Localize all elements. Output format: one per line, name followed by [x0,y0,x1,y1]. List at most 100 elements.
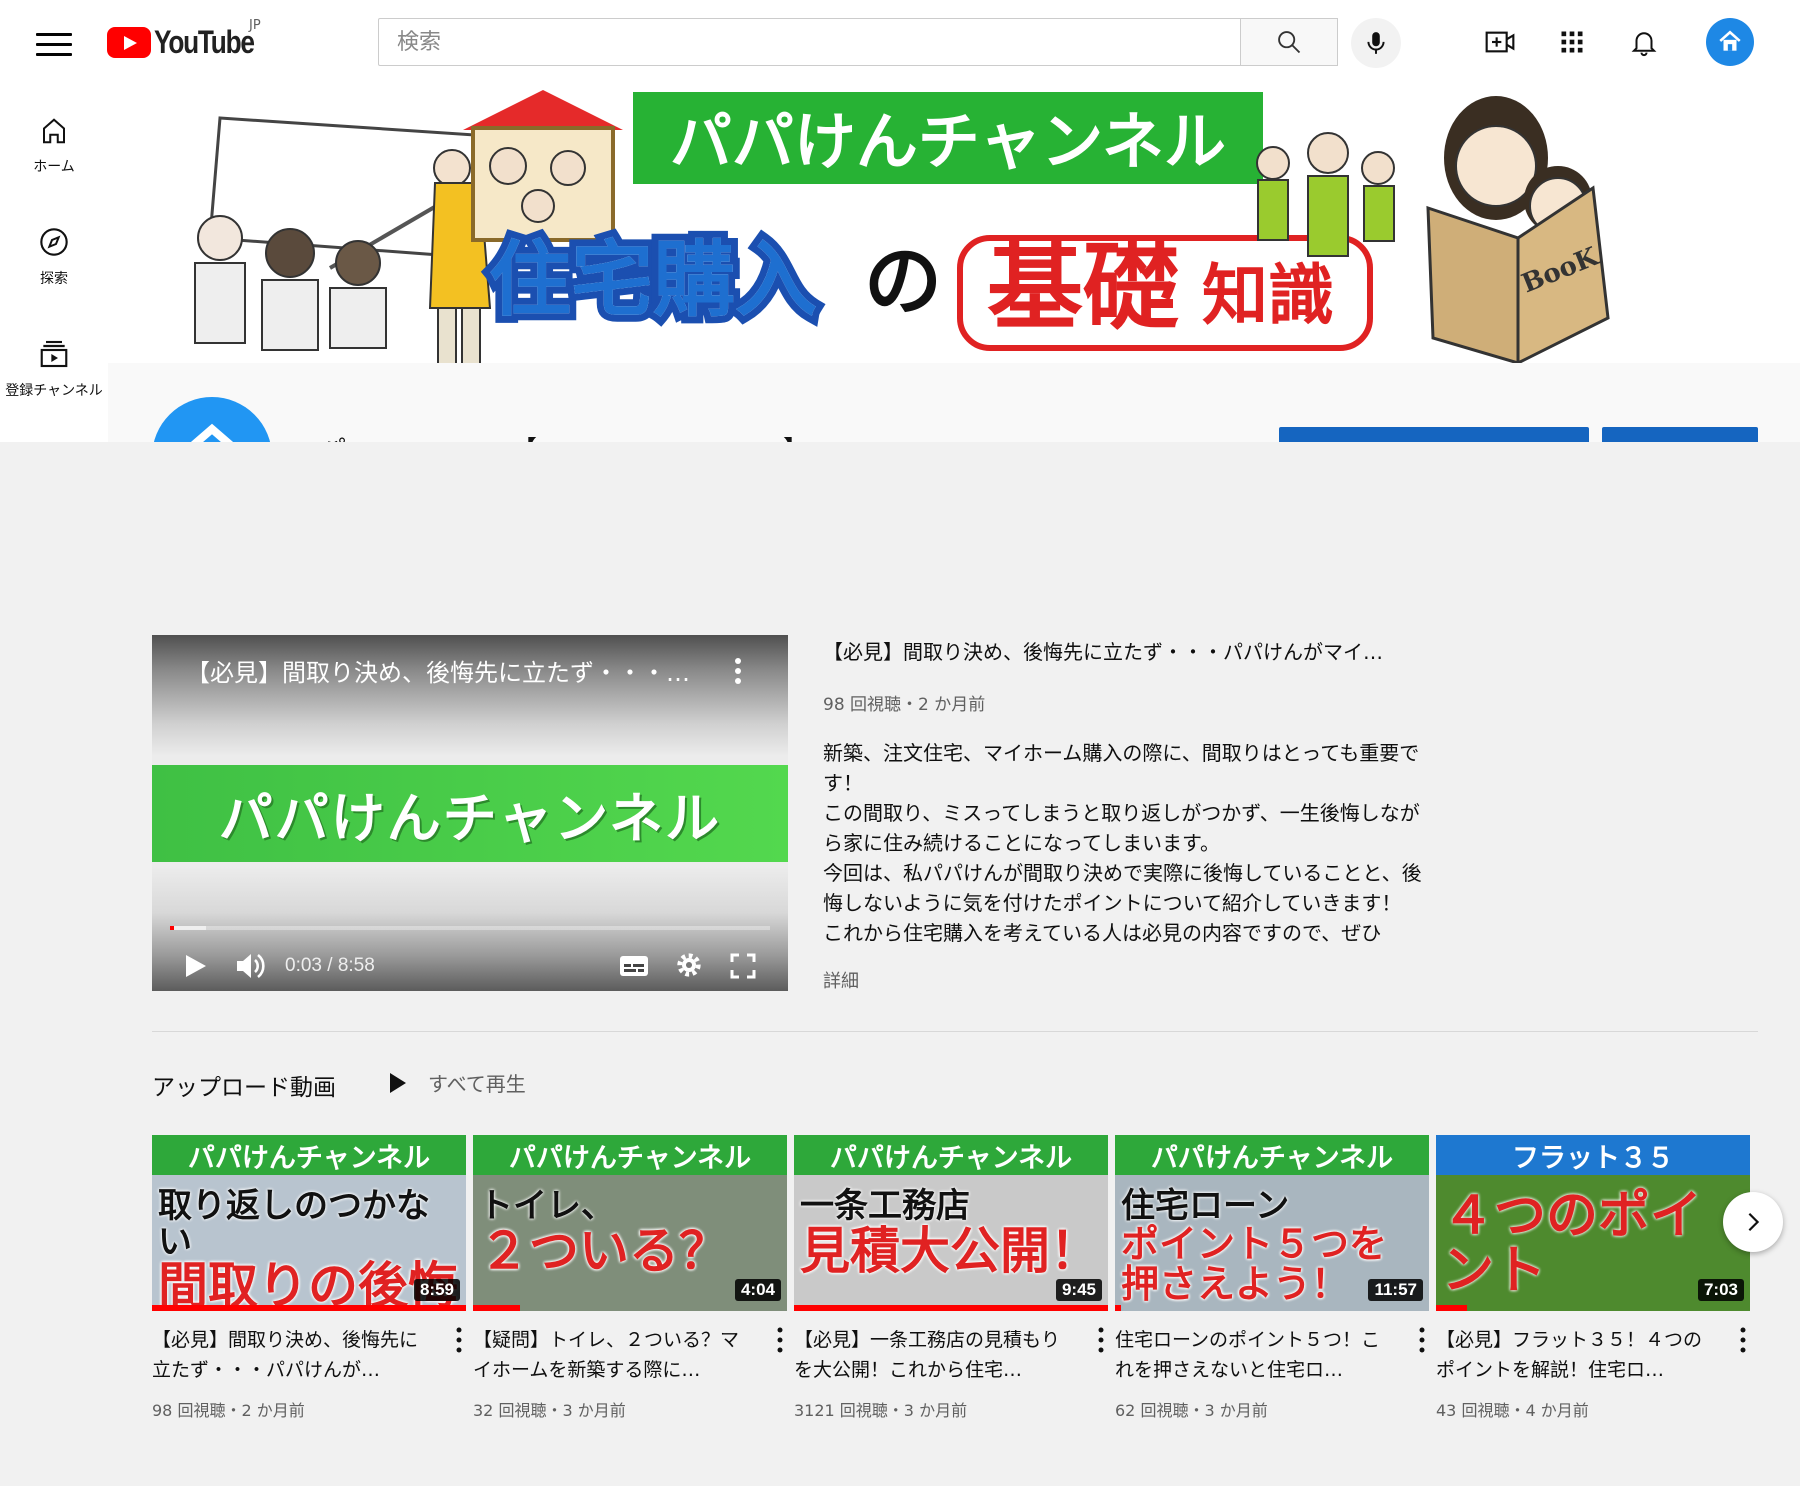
progress-bar[interactable] [170,926,770,930]
video-meta: 98 回視聴・2 か月前 [152,1401,305,1420]
video-thumbnail[interactable]: パパけんチャンネル 住宅ローン ポイント５つを押さえよう！ 11:57 [1115,1135,1429,1311]
banner-subtitle-left-fill: 住宅購入 [489,233,817,328]
youtube-logo[interactable]: YouTube JP [107,18,276,60]
watched-progress [473,1305,521,1311]
shelf-title[interactable]: アップロード動画 [152,1068,336,1102]
video-title[interactable]: 住宅ローンのポイント５つ！これを押さえないと住宅ロ… [1115,1325,1399,1385]
guide-item-label: ホーム [33,159,75,175]
notifications-button[interactable] [1622,20,1666,64]
watched-progress [1115,1305,1122,1311]
mic-icon [1367,32,1385,54]
more-vert-icon[interactable] [452,1325,466,1355]
video-card[interactable]: フラット３５ ４つのポイント 7:03 【必見】フラット３５！４つのポイントを解説！住… [1436,1135,1750,1421]
play-all-button[interactable]: すべて再生 [388,1068,526,1097]
customize-channel-button[interactable] [1279,427,1589,443]
menu-icon[interactable] [36,28,72,56]
apps-grid-icon [1561,31,1583,53]
search-button[interactable] [1241,18,1338,66]
volume-icon[interactable] [234,951,266,981]
thumbnail-line: ２ついる？ [479,1221,729,1280]
thumbnail-line: 見積大公開！ [800,1221,1100,1280]
video-card[interactable]: パパけんチャンネル 一条工務店 見積大公開！ 9:45 【必見】一条工務店の見積もりを大… [794,1135,1108,1421]
thumbnail-header: パパけんチャンネル [1115,1135,1429,1175]
featured-video-description: 新築、注文住宅、マイホーム購入の際に、間取りはとっても重要です！ この間取り、ミ… [823,738,1423,963]
video-title[interactable]: 【疑問】トイレ、２ついる？マイホームを新築する際に… [473,1325,757,1385]
player-time: 0:03 / 8:58 [285,955,375,976]
video-card[interactable]: パパけんチャンネル トイレ、 ２ついる？ 4:04 【疑問】トイレ、２ついる？マイホーム… [473,1135,787,1421]
description-line: これから住宅購入を考えている人は必見の内容ですので、ぜひ [823,921,1382,945]
next-arrow-button[interactable] [1723,1192,1783,1252]
play-all-label: すべて再生 [428,1072,526,1096]
play-icon[interactable] [182,952,208,980]
video-card[interactable]: パパけんチャンネル 取り返しのつかない 間取りの後悔 8:59 【必見】間取り決め、後悔… [152,1135,466,1421]
video-meta: 32 回視聴・3 か月前 [473,1401,626,1420]
account-avatar-icon[interactable] [1706,18,1754,66]
search-icon [1278,31,1301,54]
video-thumbnail[interactable]: パパけんチャンネル 取り返しのつかない 間取りの後悔 8:59 [152,1135,466,1311]
fullscreen-icon[interactable] [730,953,756,979]
thumbnail-line: トイレ、 [479,1186,615,1226]
watched-progress [794,1305,1108,1311]
banner-art: パパけんチャンネル 住宅購入 住宅購入 の 基礎 知識 BooK [194,90,1610,363]
guide-item-subscriptions[interactable]: 登録チャンネル [0,338,108,400]
masthead: YouTube JP [0,0,1800,88]
banner-subtitle-big: 基礎 [987,231,1179,343]
create-video-icon [1485,31,1515,53]
apps-button[interactable] [1550,20,1594,64]
thumbnail-line: 住宅ローン [1121,1186,1290,1226]
banner-subtitle-small: 知識 [1202,257,1334,334]
subtitles-icon[interactable] [619,953,649,979]
youtube-play-logo-icon [107,26,151,58]
video-duration: 7:03 [1697,1279,1744,1301]
voice-search-button[interactable] [1351,18,1401,68]
video-duration: 9:45 [1055,1279,1102,1301]
featured-video-meta: 98 回視聴・2 か月前 [823,695,986,715]
search-input[interactable] [378,18,1241,66]
more-vert-icon[interactable] [1094,1325,1108,1355]
more-vert-icon[interactable] [730,655,746,687]
thumbnail-header: フラット３５ [1436,1135,1750,1175]
home-icon [43,118,65,144]
watched-progress [152,1305,466,1311]
description-line: 今回は、私パパけんが間取り決めで実際に後悔していることと、後悔しないように気を付… [823,861,1422,915]
logo-text: YouTube [154,23,255,60]
player-overlay-title[interactable]: 【必見】間取り決め、後悔先に立たず・・・パパけんがマイ… [186,653,706,688]
featured-video-player[interactable]: パパけんチャンネル 【必見】間取り決め、後悔先に立たず・・・パパけんがマイ… 0… [152,635,788,991]
country-code: JP [249,18,261,33]
section-divider [152,1031,1758,1032]
play-icon [390,1072,406,1093]
settings-gear-icon[interactable] [675,951,703,979]
video-card[interactable]: パパけんチャンネル 住宅ローン ポイント５つを押さえよう！ 11:57 住宅ローンのポイ… [1115,1135,1429,1421]
video-thumbnail[interactable]: フラット３５ ４つのポイント 7:03 [1436,1135,1750,1311]
featured-video-title[interactable]: 【必見】間取り決め、後悔先に立たず・・・パパけんがマイ… [823,636,1423,665]
video-thumbnail[interactable]: パパけんチャンネル トイレ、 ２ついる？ 4:04 [473,1135,787,1311]
guide-item-label: 探索 [40,271,68,287]
thumbnail-header: パパけんチャンネル [794,1135,1108,1175]
video-meta: 43 回視聴・4 か月前 [1436,1401,1589,1420]
thumbnail-header: パパけんチャンネル [152,1135,466,1175]
video-title[interactable]: 【必見】間取り決め、後悔先に立たず・・・パパけんが… [152,1325,436,1385]
guide-item-label: 登録チャンネル [5,383,103,399]
guide-item-home[interactable]: ホーム [0,116,108,176]
video-title[interactable]: 【必見】フラット３５！４つのポイントを解説！住宅ロ… [1436,1325,1720,1385]
more-vert-icon[interactable] [773,1325,787,1355]
thumbnail-line: 取り返しのつかない [158,1186,430,1262]
show-more-link[interactable]: 詳細 [823,967,859,993]
video-title[interactable]: 【必見】一条工務店の見積もりを大公開！これから住宅… [794,1325,1078,1385]
progress-buffer [170,926,206,930]
thumbnail-text: トイレ、 ２ついる？ [479,1186,779,1280]
guide-item-explore[interactable]: 探索 [0,226,108,288]
banner-subtitle-mid: の [864,237,942,327]
channel-banner: パパけんチャンネル 住宅購入 住宅購入 の 基礎 知識 BooK [108,88,1800,363]
more-vert-icon[interactable] [1736,1325,1750,1355]
player-band: パパけんチャンネル [152,765,788,862]
banner-title: パパけんチャンネル [670,105,1226,178]
video-thumbnail[interactable]: パパけんチャンネル 一条工務店 見積大公開！ 9:45 [794,1135,1108,1311]
notifications-bell-icon [1631,32,1657,57]
more-vert-icon[interactable] [1415,1325,1429,1355]
progress-played [170,926,174,930]
video-duration: 11:57 [1368,1279,1423,1301]
player-band-text: パパけんチャンネル [218,787,722,850]
manage-videos-button[interactable] [1602,427,1758,443]
create-button[interactable] [1478,20,1522,64]
